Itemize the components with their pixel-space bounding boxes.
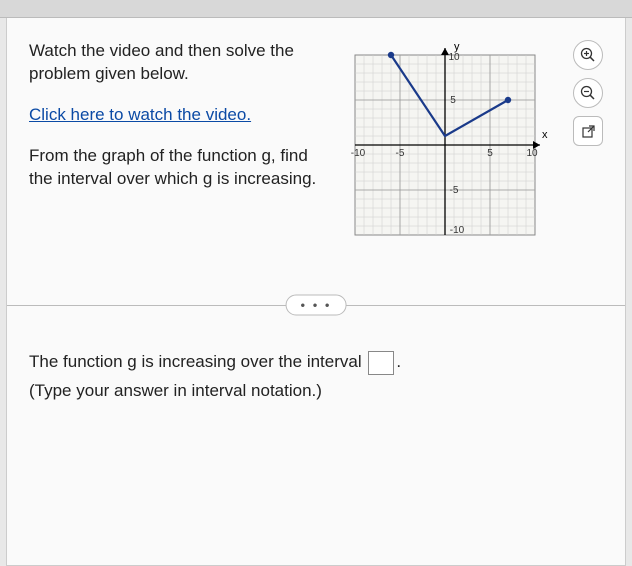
svg-text:10: 10 [526, 148, 538, 159]
function-graph[interactable]: -10 -5 5 10 10 5 -5 -10 y x [340, 40, 550, 250]
open-external-button[interactable] [573, 116, 603, 146]
svg-text:-5: -5 [396, 148, 405, 159]
answer-text-before: The function g is increasing over the in… [29, 352, 366, 371]
zoom-in-button[interactable] [573, 40, 603, 70]
tools-column [569, 40, 607, 250]
answer-line: The function g is increasing over the in… [29, 348, 603, 375]
watch-video-link[interactable]: Click here to watch the video. [29, 104, 321, 127]
answer-note: (Type your answer in interval notation.) [29, 377, 603, 404]
svg-text:x: x [542, 129, 548, 141]
main-card: Watch the video and then solve the probl… [6, 18, 626, 566]
zoom-in-icon [580, 47, 596, 63]
answer-block: The function g is increasing over the in… [7, 320, 625, 404]
svg-text:-10: -10 [450, 225, 465, 236]
answer-input[interactable] [368, 351, 394, 375]
zoom-out-icon [580, 85, 596, 101]
expand-dots-button[interactable]: • • • [286, 295, 347, 316]
svg-text:-5: -5 [450, 185, 459, 196]
divider: • • • [7, 290, 625, 320]
svg-text:-10: -10 [351, 148, 366, 159]
svg-text:y: y [454, 41, 460, 53]
graph-column: -10 -5 5 10 10 5 -5 -10 y x [335, 40, 555, 250]
open-external-icon [581, 124, 596, 139]
svg-text:5: 5 [450, 95, 456, 106]
zoom-out-button[interactable] [573, 78, 603, 108]
svg-text:5: 5 [487, 148, 493, 159]
answer-text-after: . [396, 352, 401, 371]
intro-text: Watch the video and then solve the probl… [29, 40, 321, 86]
prompt-text: From the graph of the function g, find t… [29, 145, 321, 191]
content-row: Watch the video and then solve the probl… [7, 18, 625, 260]
svg-text:10: 10 [448, 52, 460, 63]
text-column: Watch the video and then solve the probl… [29, 40, 321, 250]
header-strip [0, 0, 632, 18]
